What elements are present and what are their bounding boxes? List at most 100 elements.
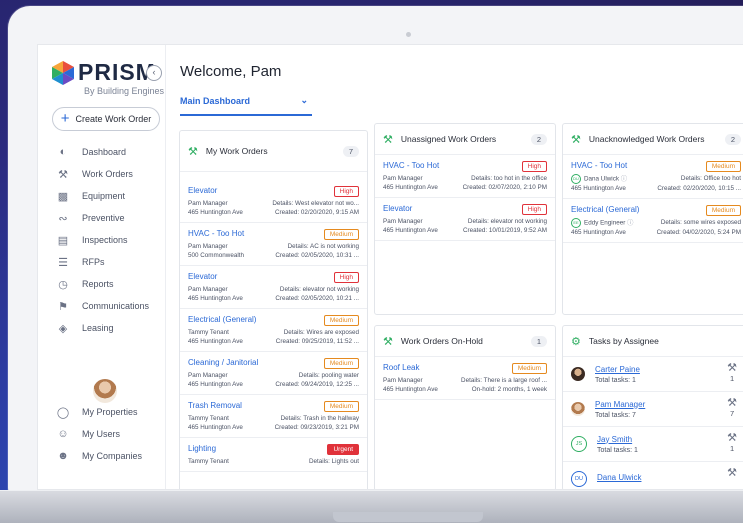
assignee-name[interactable]: Jay Smith	[597, 435, 638, 444]
work-order-card[interactable]: Elevator High Pam Manager Details: elevator…	[375, 198, 555, 241]
priority-badge: Medium	[705, 205, 741, 216]
wrench-icon: ⚒	[58, 168, 68, 181]
work-order-card[interactable]: Roof Leak Medium Pam Manager Details: There…	[375, 357, 555, 400]
work-order-created: Created: 02/05/2020, 10:31 ...	[275, 252, 359, 259]
assignee-row[interactable]: DU Dana Ulwick ⚒	[563, 462, 743, 489]
task-count-value: 7	[729, 409, 735, 418]
work-order-card[interactable]: Elevator High Pam Manager Details: West ele…	[180, 180, 367, 223]
unacknowledged-header: ⚒ Unacknowledged Work Orders 2	[563, 124, 743, 155]
priority-badge: Medium	[705, 161, 741, 172]
user-avatar[interactable]	[93, 379, 117, 403]
work-order-address: 465 Huntington Ave	[188, 424, 243, 431]
sidebar-item-rfps[interactable]: ☰ RFPs	[38, 251, 165, 273]
sidebar-nav: ◐ Dashboard ⚒ Work Orders ▩ Equipment ∾ Prevent…	[38, 141, 165, 339]
sidebar-item-inspections[interactable]: ▤ Inspections	[38, 229, 165, 251]
task-count: ⚒ 7	[727, 398, 737, 419]
work-order-details: Details: elevator not working	[279, 286, 359, 293]
sidebar-item-leasing[interactable]: ◈ Leasing	[38, 317, 165, 339]
work-order-card[interactable]: Electrical (General) Medium EE Eddy Enginee…	[563, 199, 743, 243]
work-order-card[interactable]: HVAC - Too Hot Medium DU Dana Ulwick ⓘ Detai…	[563, 155, 743, 199]
work-order-details: Details: pooling water	[298, 372, 359, 379]
wrench-icon: ⚒	[727, 362, 737, 374]
info-icon: ⓘ	[627, 219, 634, 227]
assignee-avatar: EE	[571, 218, 581, 228]
wrench-icon: ⚒	[188, 145, 198, 158]
sidebar-item-label: RFPs	[82, 257, 105, 267]
sidebar-item-my-users[interactable]: ☺ My Users	[38, 423, 165, 445]
sidebar-item-reports[interactable]: ◷ Reports	[38, 273, 165, 295]
clipboard-icon: ▤	[57, 234, 69, 247]
app-screen: PRISM By Building Engines ‹ + Create Wor…	[37, 44, 743, 490]
assignee-name[interactable]: Pam Manager	[595, 400, 645, 409]
prism-logo-icon	[52, 61, 74, 85]
work-order-address: 465 Huntington Ave	[383, 386, 438, 393]
wrench-icon: ⚒	[383, 133, 393, 146]
priority-badge: High	[521, 204, 547, 215]
work-order-details: Details: Office too hot	[680, 175, 741, 182]
work-order-created: Created: 02/07/2020, 2:10 PM	[462, 184, 547, 191]
total-tasks-value: 1	[633, 446, 638, 454]
sidebar-item-label: My Users	[82, 429, 120, 439]
wrench-icon: ⚒	[383, 335, 393, 348]
work-order-address: 465 Huntington Ave	[188, 381, 243, 388]
priority-badge: Medium	[511, 363, 547, 374]
equipment-icon: ▩	[57, 190, 69, 203]
assignee-name[interactable]: Carter Paine	[595, 365, 640, 374]
on-hold-title: Work Orders On-Hold	[400, 336, 483, 346]
assignee-row[interactable]: Pam Manager Total tasks: 7 ⚒ 7	[563, 392, 743, 427]
list-icon: ☰	[58, 256, 68, 269]
logo-text: PRISM	[78, 59, 156, 85]
work-order-details: Details: Trash in the hallway	[280, 415, 359, 422]
camera-dot	[406, 32, 411, 37]
sidebar-item-work-orders[interactable]: ⚒ Work Orders	[38, 163, 165, 185]
wrench-icon: ⚒	[727, 432, 737, 444]
sidebar-item-my-properties[interactable]: ◯ My Properties	[38, 401, 165, 423]
work-order-created: Created: 09/25/2019, 11:52 ...	[275, 338, 359, 345]
reports-icon: ◷	[58, 278, 68, 291]
sidebar-item-label: Leasing	[82, 323, 114, 333]
sidebar-item-label: Dashboard	[82, 147, 127, 157]
sidebar-item-preventive[interactable]: ∾ Preventive	[38, 207, 165, 229]
priority-badge: High	[333, 272, 359, 283]
assignee-row[interactable]: JS Jay Smith Total tasks: 1 ⚒ 1	[563, 427, 743, 462]
my-work-orders-header: ⚒ My Work Orders 7	[180, 131, 367, 172]
assignee-avatar	[571, 402, 585, 416]
work-order-card[interactable]: Cleaning / Janitorial Medium Pam Manager De…	[180, 352, 367, 395]
logo-subtitle: By Building Engines	[84, 86, 165, 96]
work-order-card[interactable]: HVAC - Too Hot Medium Pam Manager Details: …	[180, 223, 367, 266]
work-order-address: 465 Huntington Ave	[383, 184, 438, 191]
create-work-order-label: Create Work Order	[75, 114, 152, 124]
work-order-card[interactable]: HVAC - Too Hot High Pam Manager Details: to…	[375, 155, 555, 198]
task-count: ⚒	[727, 468, 737, 479]
collapse-sidebar-icon[interactable]: ‹	[146, 65, 162, 81]
dashboard-select[interactable]: Main Dashboard ⌄	[180, 95, 312, 116]
on-hold-panel: ⚒ Work Orders On-Hold 1 Roof Leak Medium P…	[374, 325, 556, 489]
sidebar-item-dashboard[interactable]: ◐ Dashboard	[38, 141, 165, 163]
work-order-person: Tammy Tenant	[188, 415, 229, 422]
tasks-panel: ⚙ Tasks by Assignee Carter Paine Total ta…	[562, 325, 743, 489]
info-icon: ⓘ	[620, 175, 628, 183]
my-work-orders-count: 7	[342, 145, 359, 157]
sidebar-item-equipment[interactable]: ▩ Equipment	[38, 185, 165, 207]
work-order-address: 465 Huntington Ave	[188, 209, 243, 216]
create-work-order-button[interactable]: + Create Work Order	[52, 107, 160, 131]
work-order-address: 500 Commonwealth	[188, 252, 245, 259]
layers-icon: ◈	[58, 322, 68, 335]
sidebar-item-label: Equipment	[82, 191, 126, 201]
work-order-card[interactable]: Trash Removal Medium Tammy Tenant Details: …	[180, 395, 367, 438]
work-order-card[interactable]: Elevator High Pam Manager Details: elevator…	[180, 266, 367, 309]
globe-icon: ◯	[56, 406, 70, 419]
unassigned-title: Unassigned Work Orders	[400, 134, 497, 144]
work-order-person: Dana Ulwick	[584, 175, 619, 183]
work-order-address: 465 Huntington Ave	[188, 295, 243, 302]
work-order-card[interactable]: Lighting Urgent Tammy Tenant Details: Light…	[180, 438, 367, 472]
sidebar-bottom-nav: ◯ My Properties ☺ My Users ☻ My Companies	[38, 401, 165, 467]
dashboard-icon: ◐	[59, 146, 67, 158]
sidebar-item-communications[interactable]: ⚑ Communications	[38, 295, 165, 317]
work-order-card[interactable]: Electrical (General) Medium Tammy Tenant De…	[180, 309, 367, 352]
prism-logo[interactable]: PRISM By Building Engines	[52, 57, 165, 99]
assignee-name[interactable]: Dana Ulwick	[597, 473, 641, 482]
assignee-row[interactable]: Carter Paine Total tasks: 1 ⚒ 1	[563, 357, 743, 392]
sidebar-item-label: My Properties	[82, 407, 138, 417]
sidebar-item-my-companies[interactable]: ☻ My Companies	[38, 445, 165, 467]
